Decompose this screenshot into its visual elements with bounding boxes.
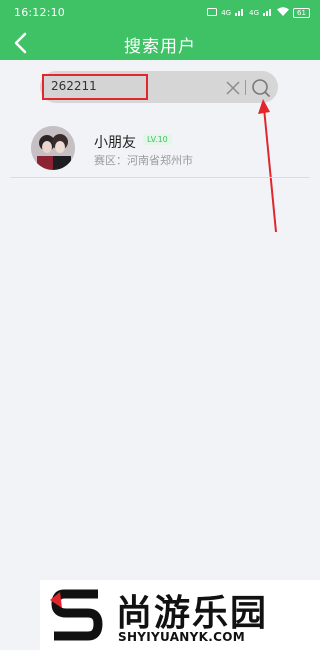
watermark-cn: 尚游乐园 <box>116 593 269 634</box>
page-title: 搜索用户 <box>124 37 196 57</box>
hd-icon <box>207 7 218 18</box>
battery-icon: 61 <box>293 7 310 18</box>
nav-bar: 搜索用户 <box>0 26 320 60</box>
search-icon[interactable] <box>250 77 272 99</box>
avatar[interactable] <box>31 126 75 170</box>
watermark-logo <box>50 589 103 641</box>
signal-icon-2 <box>263 7 273 18</box>
close-icon[interactable] <box>226 80 240 95</box>
user-name: 小朋友 <box>94 135 136 151</box>
status-icons: 4G 4G 61 <box>207 7 310 18</box>
level-badge: LV.10 <box>143 134 172 145</box>
status-bar: 16:12:10 4G 4G 61 <box>0 0 320 26</box>
user-region: 赛区：河南省郑州市 <box>94 152 193 168</box>
network-label-1: 4G <box>221 8 232 17</box>
status-time: 16:12:10 <box>14 6 66 19</box>
signal-icon-1 <box>235 7 245 18</box>
region-value: 河南省郑州市 <box>127 154 193 167</box>
search-input[interactable]: 262211 <box>42 74 148 100</box>
search-divider <box>245 80 246 95</box>
user-result-row[interactable]: 小朋友 LV.10 赛区：河南省郑州市 <box>10 122 310 178</box>
watermark-en: SHYIYUANYK.COM <box>118 630 245 644</box>
search-bar: 262211 <box>40 71 278 103</box>
region-label: 赛区： <box>94 154 127 167</box>
watermark: 尚游乐园 SHYIYUANYK.COM <box>40 580 320 650</box>
network-label-2: 4G <box>249 8 259 17</box>
wifi-icon <box>277 7 289 18</box>
